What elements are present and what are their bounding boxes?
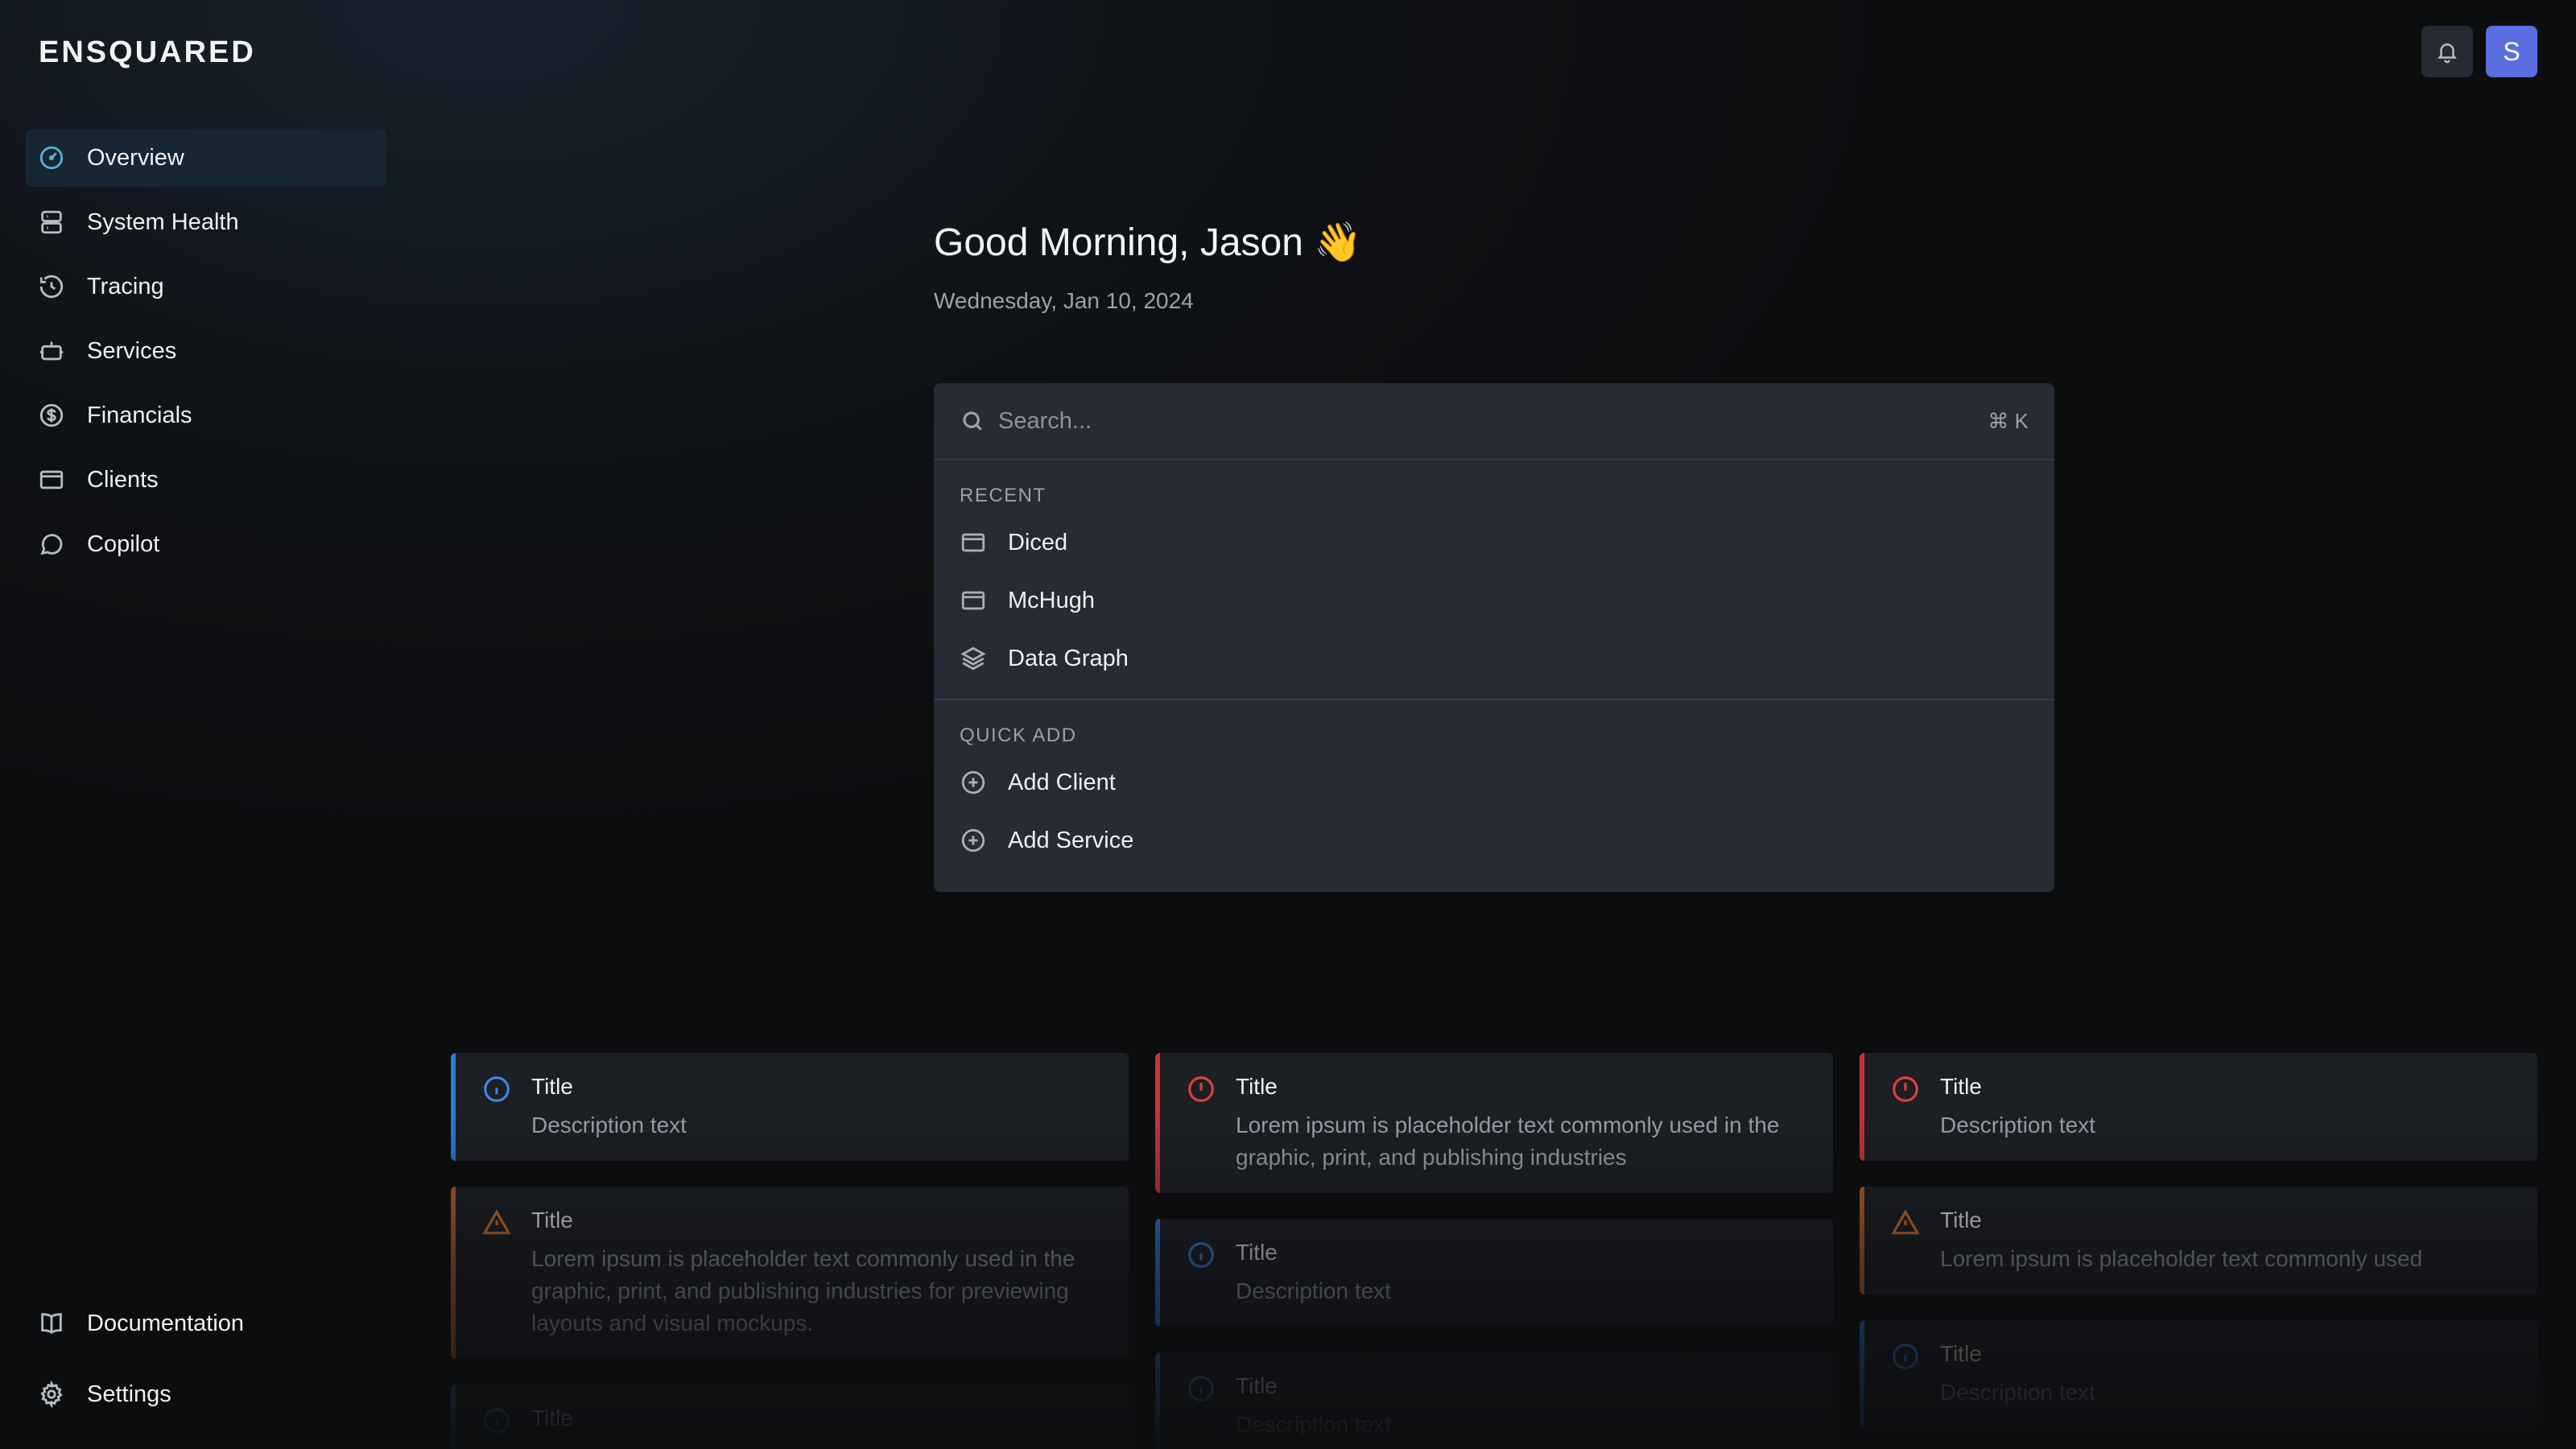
command-palette: ⌘ K RECENT Diced McHugh Data Graph QUICK… (934, 383, 2054, 892)
sidebar-item-overview[interactable]: Overview (26, 129, 386, 187)
window-icon (37, 465, 66, 494)
greeting-title: Good Morning, Jason 👋 (934, 221, 1363, 264)
sidebar-item-label: Financials (87, 402, 192, 428)
sidebar-item-services[interactable]: Services (26, 322, 386, 380)
sidebar-item-label: Clients (87, 466, 159, 493)
recent-section-label: RECENT (960, 485, 1046, 506)
plus-circle-icon (960, 827, 1008, 854)
window-icon (960, 529, 1008, 556)
notification-card[interactable]: Title Lorem ipsum is placeholder text co… (1155, 1053, 1833, 1193)
recent-item-diced[interactable]: Diced (934, 514, 2054, 572)
notification-card[interactable]: Title Description text (451, 1053, 1129, 1161)
sidebar-bottom-nav: Documentation Settings (26, 1294, 386, 1436)
sidebar-item-label: Tracing (87, 273, 164, 299)
sidebar-item-clients[interactable]: Clients (26, 451, 386, 509)
info-icon (481, 1074, 512, 1104)
gauge-icon (37, 143, 66, 172)
notification-title: Title (1940, 1074, 1982, 1099)
sidebar-item-label: Services (87, 337, 177, 364)
warning-icon (481, 1208, 512, 1238)
notification-card[interactable]: Title (451, 1385, 1129, 1449)
notification-description: Description text (1236, 1412, 1391, 1437)
sidebar-item-system-health[interactable]: System Health (26, 193, 386, 251)
gear-icon (37, 1380, 66, 1409)
notification-column: Title Lorem ipsum is placeholder text co… (1155, 1053, 1833, 1449)
notification-title: Title (1236, 1373, 1278, 1398)
sidebar-item-label: System Health (87, 208, 239, 235)
recent-item-label: Diced (1008, 529, 1068, 555)
layers-icon (960, 645, 1008, 672)
sidebar-item-settings[interactable]: Settings (26, 1365, 386, 1423)
notification-description: Description text (1940, 1380, 2095, 1405)
info-icon (1890, 1341, 1921, 1372)
bell-icon (2435, 39, 2459, 64)
notification-title: Title (531, 1406, 573, 1430)
notification-description: Lorem ipsum is placeholder text commonly… (531, 1246, 1075, 1335)
notification-card[interactable]: Title Lorem ipsum is placeholder text co… (451, 1187, 1129, 1359)
sidebar-item-financials[interactable]: Financials (26, 386, 386, 444)
notification-title: Title (1940, 1341, 1982, 1366)
user-avatar[interactable]: S (2486, 26, 2537, 77)
search-input[interactable] (997, 407, 1988, 436)
notification-column: Title Description text Title Lorem ipsum… (1860, 1053, 2537, 1449)
history-icon (37, 272, 66, 301)
recent-item-mchugh[interactable]: McHugh (934, 572, 2054, 630)
app-root: ENSQUARED Overview System Health Tracing… (0, 0, 2576, 1449)
alert-circle-icon (1890, 1074, 1921, 1104)
sidebar-item-label: Documentation (87, 1310, 245, 1336)
notification-card[interactable]: Title Lorem ipsum is placeholder text co… (1860, 1187, 2537, 1294)
notification-description: Description text (1236, 1278, 1391, 1303)
notification-description: Description text (1940, 1113, 2095, 1137)
notification-description: Lorem ipsum is placeholder text commonly… (1236, 1113, 1780, 1170)
notification-title: Title (531, 1074, 573, 1099)
window-icon (960, 587, 1008, 614)
recent-item-data-graph[interactable]: Data Graph (934, 630, 2054, 687)
chat-icon (37, 530, 66, 559)
quick-add-section-label: QUICK ADD (960, 724, 1077, 746)
info-icon (481, 1406, 512, 1436)
notification-description: Lorem ipsum is placeholder text commonly… (1940, 1246, 2423, 1271)
alert-circle-icon (1186, 1074, 1216, 1104)
sidebar-item-copilot[interactable]: Copilot (26, 515, 386, 573)
app-logo[interactable]: ENSQUARED (39, 35, 256, 70)
plus-circle-icon (960, 769, 1008, 796)
notification-card[interactable]: Title Description text (1155, 1219, 1833, 1327)
dollar-circle-icon (37, 401, 66, 430)
search-bar: ⌘ K (934, 383, 2054, 460)
quick-add-client[interactable]: Add Client (934, 753, 2054, 811)
bot-icon (37, 336, 66, 365)
warning-icon (1890, 1208, 1921, 1238)
notification-title: Title (531, 1208, 573, 1232)
recent-item-label: Data Graph (1008, 645, 1129, 671)
notification-card[interactable]: Title Description text (1860, 1053, 2537, 1161)
info-icon (1186, 1373, 1216, 1404)
info-icon (1186, 1240, 1216, 1270)
keyboard-shortcut-hint: ⌘ K (1988, 408, 2029, 433)
search-icon (960, 408, 997, 434)
notification-card[interactable]: Title Description text (1155, 1352, 1833, 1449)
sidebar-item-tracing[interactable]: Tracing (26, 258, 386, 316)
notification-title: Title (1236, 1240, 1278, 1265)
notification-card[interactable]: Title Description text (1860, 1320, 2537, 1428)
sidebar-item-documentation[interactable]: Documentation (26, 1294, 386, 1352)
server-icon (37, 208, 66, 237)
sidebar-item-label: Overview (87, 144, 184, 171)
notification-title: Title (1940, 1208, 1982, 1232)
sidebar-nav: Overview System Health Tracing Services … (26, 129, 386, 580)
greeting-date: Wednesday, Jan 10, 2024 (934, 288, 1194, 313)
notifications-button[interactable] (2421, 26, 2473, 77)
quick-add-label: Add Client (1008, 769, 1116, 795)
notification-description: Description text (531, 1113, 687, 1137)
sidebar-item-label: Copilot (87, 530, 160, 557)
sidebar-item-label: Settings (87, 1381, 171, 1407)
notification-column: Title Description text Title Lorem ipsum… (451, 1053, 1129, 1449)
quick-add-label: Add Service (1008, 827, 1134, 853)
quick-add-service[interactable]: Add Service (934, 811, 2054, 869)
notification-feed: Title Description text Title Lorem ipsum… (451, 1053, 2537, 1449)
notification-title: Title (1236, 1074, 1278, 1099)
recent-item-label: McHugh (1008, 587, 1095, 613)
book-icon (37, 1309, 66, 1338)
